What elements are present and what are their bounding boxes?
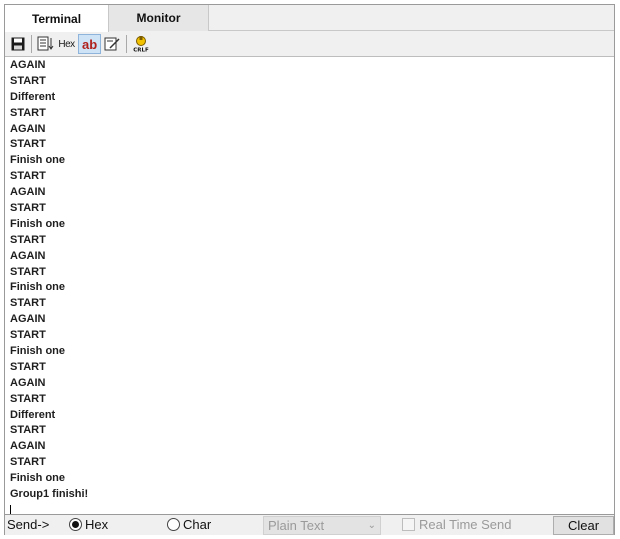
output-line: Finish one [10, 217, 65, 230]
output-line: START [10, 392, 46, 405]
output-line: Finish one [10, 472, 65, 485]
output-line: START [10, 424, 46, 437]
toolbar-separator [31, 35, 32, 53]
serial-terminal-window: Terminal Monitor Hex ab CRLF AGAIN START… [4, 4, 615, 535]
send-label: Send-> [7, 517, 50, 532]
save-icon[interactable] [8, 35, 27, 54]
output-line: START [10, 106, 46, 119]
output-line: Finish one [10, 281, 65, 294]
hex-radio-indicator[interactable] [69, 518, 82, 531]
display-format-icon[interactable] [36, 35, 55, 54]
output-lines: AGAIN START Different START AGAIN START Finish… [10, 58, 614, 503]
output-line: START [10, 456, 46, 469]
edit-icon[interactable] [103, 35, 122, 54]
output-line: AGAIN [10, 249, 46, 262]
output-line: Finish one [10, 345, 65, 358]
output-line: START [10, 360, 46, 373]
output-line: START [10, 233, 46, 246]
output-line: START [10, 74, 46, 87]
ascii-toggle-button[interactable]: ab [78, 34, 102, 54]
output-line: START [10, 329, 46, 342]
text-cursor [10, 504, 11, 514]
clear-button[interactable]: Clear [553, 516, 614, 535]
send-bar: Send-> Hex Char Plain Text ⌄ Real Time S… [5, 516, 614, 535]
output-line: AGAIN [10, 186, 46, 199]
output-line: Finish one [10, 154, 65, 167]
hex-toggle-button[interactable]: Hex [57, 35, 76, 54]
char-radio-label: Char [183, 517, 212, 532]
output-line: START [10, 202, 46, 215]
crlf-icon[interactable]: CRLF [131, 35, 150, 54]
output-line: Different [10, 90, 56, 103]
tab-terminal[interactable]: Terminal [5, 5, 109, 32]
terminal-output[interactable]: AGAIN START Different START AGAIN START Finish… [5, 57, 614, 515]
output-line: AGAIN [10, 122, 46, 135]
char-radio[interactable]: Char [167, 517, 211, 532]
hex-radio-label: Hex [85, 517, 109, 532]
toolbar-separator [126, 35, 128, 53]
hex-radio[interactable]: Hex [69, 517, 108, 532]
tab-bar: Terminal Monitor [5, 5, 614, 32]
svg-text:CRLF: CRLF [133, 48, 149, 54]
format-select[interactable]: Plain Text ⌄ [263, 516, 381, 535]
realtime-send-checkbox[interactable]: Real Time Send [402, 517, 512, 532]
char-radio-indicator[interactable] [167, 518, 180, 531]
output-line: AGAIN [10, 376, 46, 389]
realtime-send-label: Real Time Send [419, 517, 512, 532]
format-select-value: Plain Text [268, 518, 325, 533]
output-line: AGAIN [10, 59, 46, 71]
output-line: START [10, 297, 46, 310]
tab-monitor[interactable]: Monitor [109, 5, 209, 31]
output-line: START [10, 170, 46, 183]
output-line: AGAIN [10, 313, 46, 326]
output-line: AGAIN [10, 440, 46, 453]
output-line: Different [10, 408, 56, 421]
toolbar: Hex ab CRLF [5, 32, 614, 57]
realtime-checkbox-box[interactable] [402, 518, 415, 531]
output-line: START [10, 138, 46, 151]
chevron-down-icon: ⌄ [367, 520, 376, 531]
output-line: Group1 finishi! [10, 488, 89, 501]
output-line: START [10, 265, 46, 278]
